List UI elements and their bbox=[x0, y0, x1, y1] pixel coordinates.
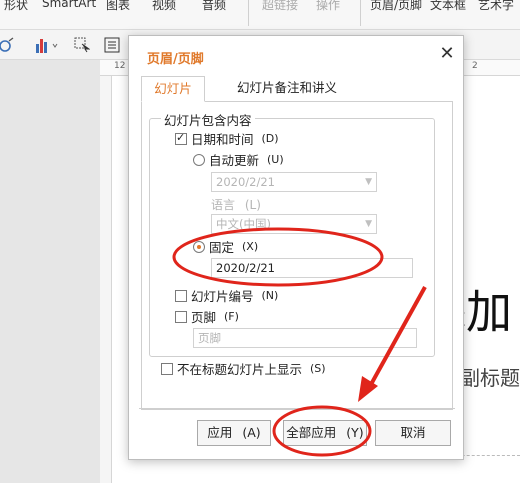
auto-update-hotkey: (U) bbox=[267, 153, 284, 166]
cancel-button[interactable]: 取消 bbox=[375, 420, 451, 446]
dialog-tabs: 幻灯片 幻灯片备注和讲义 bbox=[141, 76, 453, 102]
select-icon[interactable] bbox=[74, 36, 90, 54]
apply-all-button-hotkey: (Y) bbox=[346, 425, 364, 440]
ribbon-separator bbox=[248, 0, 249, 26]
ribbon-separator bbox=[360, 0, 361, 26]
fixed-date-input[interactable]: 2020/2/21 bbox=[211, 258, 413, 278]
fixed-label: 固定 bbox=[209, 240, 235, 255]
apply-all-button[interactable]: 全部应用 (Y) bbox=[283, 420, 367, 446]
auto-update-label: 自动更新 bbox=[209, 153, 260, 168]
ribbon-tab-audio[interactable]: 音频 bbox=[202, 0, 226, 13]
apply-button-hotkey: (A) bbox=[242, 425, 261, 440]
ribbon-tab-chart[interactable]: 图表 bbox=[106, 0, 130, 13]
footer-checkbox-row[interactable]: 页脚 (F) bbox=[175, 307, 239, 326]
header-footer-dialog: 页眉/页脚 ✕ 幻灯片 幻灯片备注和讲义 幻灯片包含内容 日期和时间 (D) 自… bbox=[128, 35, 464, 460]
vertical-ruler bbox=[100, 76, 112, 483]
tab-slide[interactable]: 幻灯片 bbox=[141, 76, 205, 102]
footer-label: 页脚 bbox=[191, 310, 217, 325]
hide-on-title-checkbox-row[interactable]: 不在标题幻灯片上显示 (S) bbox=[161, 359, 326, 378]
fixed-hotkey: (X) bbox=[242, 240, 259, 253]
chevron-down-icon: ▼ bbox=[365, 177, 372, 187]
fixed-radio-row[interactable]: 固定 (X) bbox=[193, 237, 258, 256]
ribbon-tab-video[interactable]: 视频 bbox=[152, 0, 176, 13]
apply-button[interactable]: 应用 (A) bbox=[197, 420, 271, 446]
hide-on-title-hotkey: (S) bbox=[310, 362, 326, 375]
footer-hotkey: (F) bbox=[224, 310, 239, 323]
apply-all-button-label: 全部应用 bbox=[286, 425, 337, 440]
slide-thumbnail-pane bbox=[0, 60, 100, 483]
dialog-title: 页眉/页脚 bbox=[147, 52, 204, 67]
auto-date-value: 2020/2/21 bbox=[216, 175, 275, 189]
slide-number-label: 幻灯片编号 bbox=[191, 289, 254, 304]
footer-checkbox[interactable] bbox=[175, 310, 187, 323]
ribbon-tab-hyperlink[interactable]: 超链接 bbox=[262, 0, 298, 13]
slide-number-hotkey: (N) bbox=[261, 289, 279, 302]
language-value: 中文(中国) bbox=[216, 217, 271, 231]
textbox-icon[interactable] bbox=[104, 36, 120, 54]
auto-update-radio[interactable] bbox=[193, 153, 205, 166]
ribbon: 形状 SmartArt 图表 视频 音频 超链接 操作 页眉/页脚 文本框 艺术… bbox=[0, 0, 520, 30]
language-hotkey: (L) bbox=[244, 198, 261, 212]
slide-number-checkbox[interactable] bbox=[175, 289, 187, 302]
date-time-checkbox[interactable] bbox=[175, 131, 187, 145]
footer-text-input[interactable]: 页脚 bbox=[193, 328, 417, 348]
language-label: 语言 bbox=[211, 198, 236, 212]
ribbon-tab-shape[interactable]: 形状 bbox=[4, 0, 28, 13]
close-icon[interactable]: ✕ bbox=[437, 44, 457, 64]
chart-icon[interactable] bbox=[36, 36, 58, 54]
slide-number-checkbox-row[interactable]: 幻灯片编号 (N) bbox=[175, 286, 278, 305]
fixed-radio[interactable] bbox=[193, 240, 205, 253]
ruler-number: 12 bbox=[114, 61, 126, 71]
language-select[interactable]: 中文(中国) ▼ bbox=[211, 214, 377, 234]
date-time-hotkey: (D) bbox=[261, 132, 279, 145]
apply-button-label: 应用 bbox=[207, 425, 233, 440]
shape-edit-icon[interactable] bbox=[0, 36, 14, 54]
divider bbox=[139, 408, 455, 409]
ruler-number: 2 bbox=[472, 61, 478, 71]
auto-update-radio-row[interactable]: 自动更新 (U) bbox=[193, 150, 284, 169]
group-label: 幻灯片包含内容 bbox=[161, 110, 255, 129]
tab-notes-handouts[interactable]: 幻灯片备注和讲义 bbox=[217, 76, 357, 102]
slide-subtitle-placeholder[interactable]: 副标题 bbox=[460, 362, 520, 391]
ribbon-tab-wordart[interactable]: 艺术字 bbox=[478, 0, 514, 13]
hide-on-title-checkbox[interactable] bbox=[161, 362, 173, 375]
chevron-down-icon: ▼ bbox=[365, 219, 372, 229]
hide-on-title-label: 不在标题幻灯片上显示 bbox=[177, 362, 303, 377]
ribbon-tab-textbox[interactable]: 文本框 bbox=[430, 0, 466, 13]
date-time-label: 日期和时间 bbox=[191, 132, 254, 147]
date-time-checkbox-row[interactable]: 日期和时间 (D) bbox=[175, 129, 279, 148]
ribbon-tab-smartart[interactable]: SmartArt bbox=[42, 0, 96, 10]
ribbon-tab-header-footer[interactable]: 页眉/页脚 bbox=[370, 0, 422, 13]
language-label-row: 语言 (L) bbox=[211, 196, 261, 213]
auto-date-select[interactable]: 2020/2/21 ▼ bbox=[211, 172, 377, 192]
ribbon-tab-action[interactable]: 操作 bbox=[316, 0, 340, 13]
